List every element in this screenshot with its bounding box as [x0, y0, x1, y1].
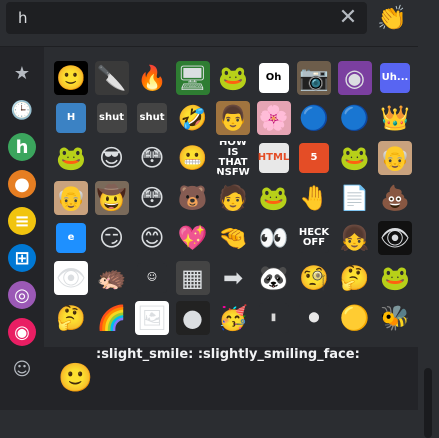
- emoji-tile-custom-uh-bubble: Uh...: [380, 63, 410, 93]
- emoji-tile-custom-smile-outline: ☺: [137, 263, 167, 293]
- emoji-custom-knife[interactable]: 🔪: [94, 61, 129, 95]
- emoji-custom-party-face[interactable]: 🥳: [216, 301, 250, 335]
- emoji-tile-custom-shut-hand: shut: [96, 103, 127, 133]
- emoji-search-bar: ✕: [6, 2, 367, 34]
- preview-emoji: 🙂: [58, 361, 93, 394]
- emoji-tile-custom-html-file: HTML: [258, 143, 289, 173]
- emoji-custom-panda[interactable]: 🐼: [257, 261, 291, 295]
- emoji-grid: 🙂 🔪 🔥 🖥 🐸 Oh 📷 ◉ Uh... Hshut shut 🤣 👨 🌸 🔵 🔵 👑 🐸 😎 😳 😬 HOW IS …: [50, 57, 418, 357]
- emoji-slight-smile[interactable]: 🙂: [54, 61, 88, 95]
- scrollbar-thumb[interactable]: [424, 368, 432, 438]
- emoji-custom-poop[interactable]: 💩: [378, 181, 412, 215]
- emoji-picker: ★ 🕒 h ● ≡ ⊞ ◎ ◉ ☺ 🙂 🔪 🔥 🖥 🐸 Oh 📷 ◉ Uh... Hshut shut 🤣 👨 🌸 🔵 🔵 👑 🐸…: [0, 46, 418, 410]
- emoji-custom-hide-pain-harold[interactable]: 👴: [54, 181, 88, 215]
- emoji-custom-pepe-hmm[interactable]: 🐸: [216, 61, 250, 95]
- emoji-tile-custom-white-rect: ▮: [258, 303, 289, 333]
- emoji-tile-custom-oh-bubble: Oh: [258, 63, 289, 93]
- emoji-custom-photo-dark[interactable]: ▦: [175, 261, 210, 295]
- clapping-hands-emoji-button[interactable]: 👏: [376, 2, 408, 34]
- emoji-custom-shut-hand[interactable]: shut: [95, 101, 129, 135]
- emoji-preview-footer: 🙂 :slight_smile: :slightly_smiling_face:: [44, 347, 418, 410]
- server-icon-yellow-stack[interactable]: ≡: [8, 207, 36, 235]
- emoji-custom-pepe-screen[interactable]: 🖥: [175, 61, 210, 95]
- emoji-custom-bear[interactable]: 🐻: [176, 181, 210, 215]
- emoji-custom-paper-list[interactable]: 📄: [338, 181, 372, 215]
- emoji-custom-cartoon-guy[interactable]: 🧑: [216, 181, 250, 215]
- emoji-search-input[interactable]: [14, 2, 322, 34]
- server-icon-windows[interactable]: ⊞: [8, 244, 36, 272]
- emoji-tile-custom-shut-hand-2: shut: [137, 103, 167, 133]
- emoji-tile-custom-heck-off: HECK OFF: [299, 223, 329, 253]
- emoji-custom-html-file[interactable]: HTML: [257, 141, 291, 175]
- emoji-custom-blue-blob[interactable]: 🔵: [297, 101, 331, 135]
- emoji-tile-custom-white-circle: ⬤: [299, 303, 329, 333]
- emoji-custom-blush[interactable]: 😊: [135, 221, 169, 255]
- close-icon[interactable]: ✕: [335, 5, 361, 31]
- emoji-custom-smile-outline[interactable]: ☺: [135, 261, 169, 295]
- clock-icon[interactable]: 🕒: [8, 96, 36, 124]
- emoji-custom-sonic[interactable]: 🦔: [95, 261, 129, 295]
- server-icon-purple-gradient[interactable]: ◎: [8, 281, 36, 309]
- server-icon-pink-character[interactable]: ◉: [8, 318, 36, 346]
- emoji-custom-how-nsfw[interactable]: HOW IS THAT NSFW: [216, 141, 250, 175]
- emoji-custom-thinking-hand[interactable]: 🤔: [54, 301, 88, 335]
- emoji-custom-thinking[interactable]: 🤔: [338, 261, 372, 295]
- emoji-custom-heck-off[interactable]: HECK OFF: [297, 221, 331, 255]
- emoji-custom-flushed-face[interactable]: 😳: [135, 141, 169, 175]
- emoji-custom-ie-logo[interactable]: e: [54, 221, 88, 255]
- emoji-custom-rainbow-text[interactable]: 🌈: [95, 301, 129, 335]
- emoji-custom-green-frog[interactable]: 🐸: [54, 141, 88, 175]
- emoji-tile-custom-h-letter: H: [56, 103, 86, 133]
- emoji-custom-photo[interactable]: 📷: [297, 61, 331, 95]
- emoji-custom-h-letter[interactable]: H: [54, 101, 88, 135]
- preview-emoji-names: :slight_smile: :slightly_smiling_face:: [96, 347, 360, 362]
- emoji-custom-bee[interactable]: 🐝: [378, 301, 412, 335]
- emoji-custom-meme-photo[interactable]: 🖼: [135, 301, 169, 335]
- emoji-tile-custom-html5: 5: [299, 143, 329, 173]
- emoji-custom-purple-face[interactable]: ◉: [337, 61, 372, 95]
- emoji-custom-yellow-black-ball[interactable]: 🟡: [338, 301, 372, 335]
- emoji-custom-anime-girl[interactable]: 👧: [338, 221, 372, 255]
- emoji-custom-sunglasses-face[interactable]: 😎: [95, 141, 129, 175]
- emoji-category-sidebar: ★ 🕒 h ● ≡ ⊞ ◎ ◉ ☺: [0, 47, 44, 410]
- emoji-custom-hat-man[interactable]: 🤠: [94, 181, 129, 215]
- emoji-custom-blue-blob-2[interactable]: 🔵: [338, 101, 372, 135]
- emoji-custom-uh-bubble[interactable]: Uh...: [378, 61, 412, 95]
- emoji-custom-hand-orange[interactable]: 🤚: [297, 181, 331, 215]
- emoji-custom-white-circle[interactable]: ⬤: [297, 301, 331, 335]
- emoji-custom-pink-face[interactable]: 😳: [135, 181, 169, 215]
- emoji-custom-pepe-glasses[interactable]: 🐸: [338, 141, 372, 175]
- emoji-custom-crown-blob[interactable]: 👑: [378, 101, 412, 135]
- server-icon-h-green[interactable]: h: [8, 133, 36, 161]
- emoji-custom-hand-cup[interactable]: 🤏: [216, 221, 250, 255]
- smiley-icon[interactable]: ☺: [8, 355, 36, 383]
- emoji-custom-smirk[interactable]: 😏: [95, 221, 129, 255]
- emoji-custom-blue-fire[interactable]: 🔥: [135, 61, 169, 95]
- emoji-custom-pink-anime[interactable]: 🌸: [256, 101, 291, 135]
- emoji-custom-green-cartoon[interactable]: 🐸: [378, 261, 412, 295]
- emoji-custom-arrow-right[interactable]: ➡: [216, 261, 250, 295]
- server-icon-orange[interactable]: ●: [8, 170, 36, 198]
- emoji-custom-html5[interactable]: 5: [297, 141, 331, 175]
- emoji-custom-oh-bubble[interactable]: Oh: [257, 61, 291, 95]
- emoji-custom-shut-hand-2[interactable]: shut: [135, 101, 169, 135]
- emoji-custom-monocle[interactable]: 🧐: [297, 261, 331, 295]
- emoji-custom-photo-man[interactable]: 👨: [216, 101, 250, 135]
- star-icon[interactable]: ★: [8, 59, 36, 87]
- emoji-custom-eyes[interactable]: 👀: [257, 221, 291, 255]
- emoji-tile-custom-how-nsfw: HOW IS THAT NSFW: [216, 141, 250, 175]
- emoji-custom-grimace[interactable]: 😬: [176, 141, 210, 175]
- emoji-custom-eye-black[interactable]: 👁: [378, 221, 412, 255]
- emoji-custom-pepe-hat[interactable]: 🐸: [257, 181, 291, 215]
- emoji-custom-white-rect[interactable]: ▮: [257, 301, 291, 335]
- emoji-custom-heart-color[interactable]: 💖: [176, 221, 210, 255]
- emoji-tile-custom-ie-logo: e: [56, 223, 86, 253]
- emoji-custom-old-man[interactable]: 👴: [378, 141, 412, 175]
- emoji-custom-laughing[interactable]: 🤣: [176, 101, 210, 135]
- emoji-custom-dark-orb[interactable]: ●: [175, 301, 210, 335]
- emoji-custom-eye-white[interactable]: 👁: [54, 261, 88, 295]
- scrollbar-track[interactable]: [420, 46, 435, 438]
